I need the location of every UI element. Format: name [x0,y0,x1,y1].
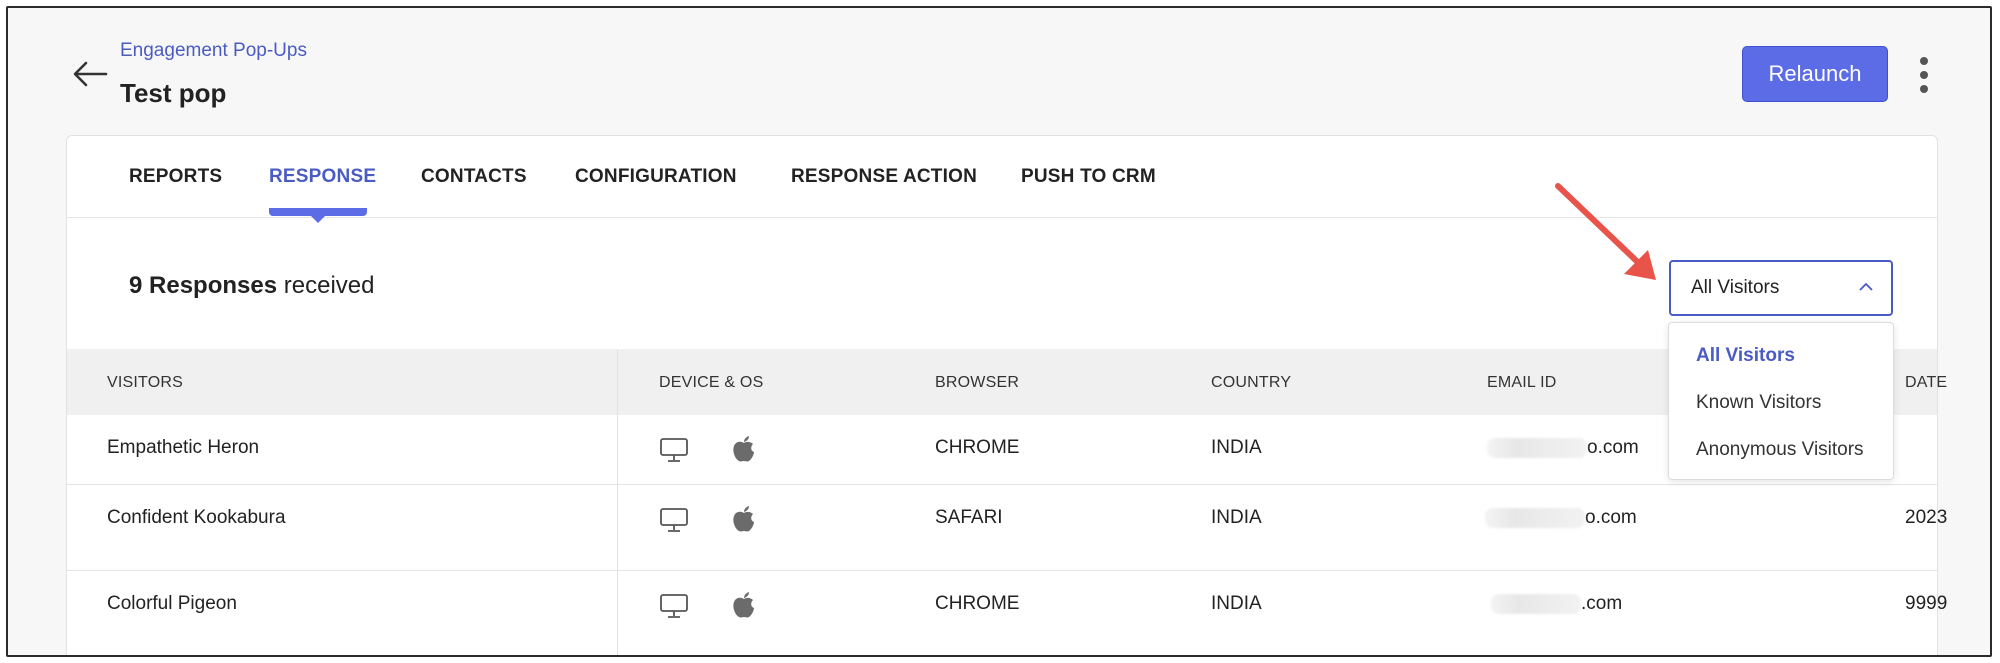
redacted-email [1487,437,1587,458]
apple-icon [731,435,757,468]
column-header-email: EMAIL ID [1487,374,1557,391]
email-value: o.com [1487,437,1639,459]
responses-suffix: received [283,272,375,299]
responses-count: 9 Responses [129,272,278,299]
kebab-dot [1920,57,1928,65]
visitor-name[interactable]: Empathetic Heron [107,437,259,459]
visitor-filter-value: All Visitors [1691,277,1780,298]
tab-response-action[interactable]: RESPONSE ACTION [791,166,977,188]
date-value: 9999 [1905,593,1948,614]
table-header: VISITORS DEVICE & OS BROWSER COUNTRY EMA… [67,349,1947,415]
email-value: o.com [1485,507,1637,529]
table-row[interactable]: Confident Kookabura SAFARI INDIA o.com 2… [67,485,1947,571]
date-value: 2023 [1905,507,1948,528]
table-row[interactable]: Empathetic Heron CHROME INDIA o.com [67,415,1937,485]
tab-reports[interactable]: REPORTS [129,166,222,188]
kebab-icon[interactable] [1912,54,1936,96]
tab-response[interactable]: RESPONSE [269,166,376,188]
menu-item-all-visitors[interactable]: All Visitors [1696,345,1795,367]
arrow-left-icon [73,61,108,87]
breadcrumb[interactable]: Engagement Pop-Ups [120,40,307,62]
country-value: INDIA [1211,437,1262,458]
back-button[interactable] [68,56,112,92]
email-suffix: o.com [1585,507,1637,528]
country-value: INDIA [1211,507,1262,528]
app-frame: Engagement Pop-Ups Test pop Relaunch REP… [6,6,1992,657]
tab-configuration[interactable]: CONFIGURATION [575,166,737,188]
tab-push-to-crm[interactable]: PUSH TO CRM [1021,166,1156,188]
visitor-filter-menu: All Visitors Known Visitors Anonymous Vi… [1668,322,1894,480]
menu-item-anonymous-visitors[interactable]: Anonymous Visitors [1696,439,1864,461]
email-suffix: .com [1581,593,1623,614]
active-tab-indicator [269,208,367,223]
desktop-icon [659,437,689,468]
desktop-icon [659,507,689,538]
visitor-name[interactable]: Confident Kookabura [107,507,286,529]
email-suffix: o.com [1587,437,1639,458]
chevron-up-icon [1859,282,1873,291]
table-row[interactable]: Colorful Pigeon CHROME INDIA .com 9999 [67,571,1947,655]
redacted-email [1491,593,1581,614]
menu-item-known-visitors[interactable]: Known Visitors [1696,392,1821,414]
annotation-arrow-icon [1555,183,1656,280]
visitor-filter-select[interactable]: All Visitors [1669,260,1893,316]
column-header-visitors: VISITORS [107,374,183,391]
email-value: .com [1491,593,1622,615]
responses-summary: 9 Responses received [129,272,374,300]
column-header-country: COUNTRY [1211,374,1292,391]
redacted-email [1485,507,1585,528]
browser-value: CHROME [935,437,1020,458]
browser-value: SAFARI [935,507,1003,528]
kebab-dot [1920,85,1928,93]
visitor-name[interactable]: Colorful Pigeon [107,593,237,615]
page-title: Test pop [120,78,227,108]
kebab-dot [1920,71,1928,79]
country-value: INDIA [1211,593,1262,614]
tab-contacts[interactable]: CONTACTS [421,166,527,188]
apple-icon [731,505,757,538]
browser-value: CHROME [935,593,1020,614]
column-header-browser: BROWSER [935,374,1020,391]
desktop-icon [659,593,689,624]
column-header-date: DATE [1905,374,1948,391]
relaunch-button[interactable]: Relaunch [1742,46,1888,102]
apple-icon [731,591,757,624]
column-header-device-os: DEVICE & OS [659,374,764,391]
